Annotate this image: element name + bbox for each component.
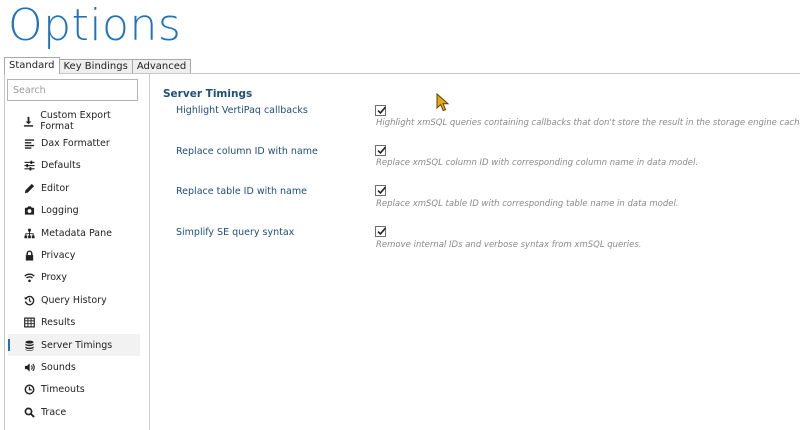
checkbox-replace-table-id[interactable] — [375, 185, 387, 196]
check-icon — [377, 186, 387, 195]
option-label-replace-table-id: Replace table ID with name — [176, 186, 307, 197]
sidebar-item-dax-formatter[interactable]: Dax Formatter — [8, 132, 140, 154]
option-description: Replace xmSQL column ID with correspondi… — [376, 158, 699, 168]
sidebar-item-label: Trace — [41, 406, 67, 418]
sidebar-item-sounds[interactable]: Sounds — [8, 356, 140, 378]
option-description: Replace xmSQL table ID with correspondin… — [376, 199, 679, 209]
sliders-icon — [23, 160, 35, 172]
camera-icon — [23, 205, 35, 217]
wifi-icon — [23, 272, 35, 284]
sidebar-item-logging[interactable]: Logging — [8, 200, 140, 222]
history-icon — [23, 294, 35, 306]
tab-standard[interactable]: Standard — [4, 57, 60, 74]
sidebar-item-results[interactable]: Results — [8, 312, 140, 334]
sidebar-item-defaults[interactable]: Defaults — [8, 155, 140, 177]
sidebar-item-privacy[interactable]: Privacy — [8, 244, 140, 266]
sitemap-icon — [23, 227, 35, 239]
selection-marker — [8, 338, 10, 351]
checkbox-simplify-se-query-syntax[interactable] — [375, 226, 387, 237]
sidebar-item-label: Results — [41, 317, 76, 329]
volume-icon — [23, 361, 35, 373]
page-title: Options — [8, 0, 182, 51]
lock-icon — [23, 250, 35, 262]
sidebar-item-label: Custom Export Format — [40, 110, 111, 133]
option-label-simplify-se-query-syntax: Simplify SE query syntax — [176, 227, 295, 238]
download-icon — [23, 115, 34, 127]
option-label-replace-column-id: Replace column ID with name — [176, 146, 318, 157]
sidebar-item-label: Timeouts — [41, 384, 85, 396]
align-left-icon — [23, 138, 35, 150]
sidebar-item-label: Sounds — [41, 361, 76, 373]
sidebar-item-query-history[interactable]: Query History — [8, 289, 140, 311]
checkbox-highlight-vertipaq-callbacks[interactable] — [375, 105, 387, 116]
search-icon — [23, 406, 35, 418]
sidebar-item-label: Dax Formatter — [41, 138, 110, 150]
section-title: Server Timings — [163, 88, 253, 100]
option-description: Remove internal IDs and verbose syntax f… — [376, 240, 642, 250]
sidebar-item-label: Proxy — [41, 272, 68, 284]
check-icon — [377, 227, 387, 236]
options-tabs: Standard Key Bindings Advanced — [4, 57, 192, 74]
sidebar-item-timeouts[interactable]: Timeouts — [8, 379, 140, 401]
sidebar-item-proxy[interactable]: Proxy — [8, 267, 140, 289]
check-icon — [377, 106, 387, 115]
mouse-cursor-icon — [436, 93, 450, 112]
sidebar-item-label: Server Timings — [41, 339, 113, 351]
tab-key-bindings[interactable]: Key Bindings — [58, 59, 133, 74]
option-label-highlight-vertipaq-callbacks: Highlight VertiPaq callbacks — [176, 105, 308, 116]
check-icon — [377, 146, 387, 155]
sidebar-item-editor[interactable]: Editor — [8, 177, 140, 199]
sidebar-item-server-timings[interactable]: Server Timings — [8, 333, 140, 357]
sidebar-item-label: Logging — [41, 205, 79, 217]
tab-advanced[interactable]: Advanced — [131, 59, 192, 74]
table-icon — [23, 317, 35, 329]
sidebar-item-label: Query History — [41, 294, 107, 306]
sidebar-item-label: Defaults — [41, 160, 81, 172]
checkbox-replace-column-id[interactable] — [375, 145, 387, 156]
sidebar-item-metadata-pane[interactable]: Metadata Pane — [8, 222, 140, 244]
search-input[interactable] — [7, 79, 138, 101]
pencil-icon — [23, 182, 35, 194]
sidebar-nav: Custom Export Format Dax Formatter Defau… — [8, 110, 140, 423]
clock-icon — [23, 384, 35, 396]
option-description: Highlight xmSQL queries containing callb… — [376, 118, 800, 128]
sidebar-item-trace[interactable]: Trace — [8, 401, 140, 423]
sidebar-item-label: Privacy — [41, 250, 76, 262]
database-icon — [23, 339, 35, 351]
sidebar-item-label: Editor — [41, 182, 70, 194]
sidebar-item-custom-export-format[interactable]: Custom Export Format — [8, 110, 140, 132]
sidebar-item-label: Metadata Pane — [41, 227, 112, 239]
